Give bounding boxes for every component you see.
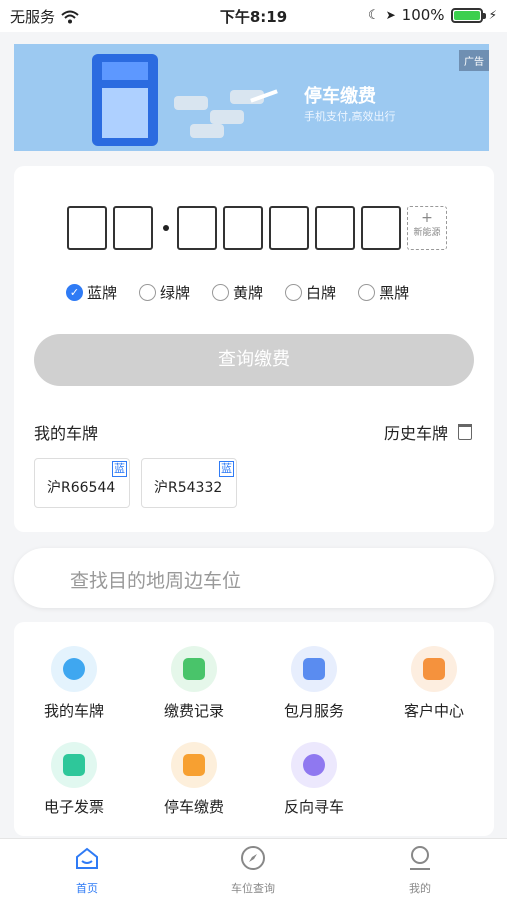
service-label: 电子发票	[43, 798, 104, 816]
plate-color-yellow[interactable]: 黄牌	[212, 282, 263, 303]
plate-color-label: 白牌	[306, 284, 337, 302]
tab-home[interactable]: 首页	[27, 845, 147, 896]
service-label: 客户中心	[403, 702, 464, 720]
service-monthly[interactable]: 包月服务	[254, 646, 374, 721]
history-plates-label: 历史车牌	[383, 424, 448, 443]
service-icon	[411, 646, 457, 692]
service-e-invoice[interactable]: 电子发票	[14, 742, 134, 817]
status-right: ☾ ➤ 100% ⚡	[368, 6, 497, 24]
home-icon	[76, 847, 98, 869]
plate-number: 沪R54332	[154, 480, 223, 496]
plate-char-box[interactable]	[113, 206, 153, 250]
plate-color-blue[interactable]: ✓ 蓝牌	[66, 282, 117, 303]
destination-search-input[interactable]: 查找目的地周边车位	[14, 548, 494, 608]
service-payment-records[interactable]: 缴费记录	[134, 646, 254, 721]
plate-char-box[interactable]	[223, 206, 263, 250]
plate-color-options: ✓ 蓝牌 绿牌 黄牌 白牌 黑牌	[66, 282, 409, 303]
bottom-tab-bar: 首页 车位查询 我的	[0, 838, 507, 900]
radio-icon	[212, 284, 230, 301]
ad-badge: 广告	[459, 50, 489, 71]
battery-icon	[450, 7, 486, 23]
service-label: 停车缴费	[163, 798, 224, 816]
tab-label: 车位查询	[231, 882, 275, 895]
radio-icon	[358, 284, 376, 301]
user-icon	[410, 846, 430, 870]
service-label: 反向寻车	[283, 798, 344, 816]
receipt-icon	[171, 646, 217, 692]
plate-char-box[interactable]	[269, 206, 309, 250]
steering-wheel-icon	[51, 646, 97, 692]
ad-banner[interactable]: 停车缴费 手机支付,高效出行 广告	[14, 44, 489, 151]
tab-profile[interactable]: 我的	[360, 845, 480, 896]
plate-color-label: 蓝牌	[87, 284, 118, 302]
tab-label: 首页	[76, 882, 98, 895]
plate-color-black[interactable]: 黑牌	[358, 282, 409, 303]
building-sign	[102, 62, 148, 80]
plate-color-label: 黄牌	[233, 284, 264, 302]
radio-icon	[285, 284, 303, 301]
car-illustration	[174, 96, 208, 110]
saved-plate-chip[interactable]: 沪R54332 蓝	[141, 458, 237, 508]
saved-plate-chip[interactable]: 沪R66544 蓝	[34, 458, 130, 508]
plate-char-box[interactable]	[67, 206, 107, 250]
status-bar: 无服务 下午8:19 ☾ ➤ 100% ⚡	[0, 0, 507, 32]
moon-icon: ☾	[367, 7, 380, 23]
service-label: 包月服务	[283, 702, 344, 720]
plus-icon: +	[421, 210, 433, 226]
plate-color-label: 黑牌	[379, 284, 410, 302]
new-energy-box[interactable]: + 新能源	[407, 206, 447, 250]
service-label: 我的车牌	[43, 702, 104, 720]
ticket-icon	[291, 646, 337, 692]
building-door	[102, 88, 148, 138]
chat-icon	[291, 742, 337, 788]
battery-percent: 100%	[401, 6, 445, 24]
plate-color-white[interactable]: 白牌	[285, 282, 336, 303]
car-illustration	[210, 110, 244, 124]
plate-color-tag: 蓝	[219, 461, 234, 477]
service-my-plates[interactable]: 我的车牌	[14, 646, 134, 721]
compass-icon	[241, 846, 265, 870]
service-customer-center[interactable]: 客户中心	[374, 646, 494, 721]
query-pay-button[interactable]: 查询缴费	[34, 334, 474, 386]
plate-color-green[interactable]: 绿牌	[139, 282, 190, 303]
service-find-car[interactable]: 反向寻车	[254, 742, 374, 817]
plate-input-row[interactable]: + 新能源	[67, 206, 447, 250]
charging-icon: ⚡	[488, 8, 497, 22]
parking-building-illustration	[92, 54, 158, 146]
service-label: 缴费记录	[163, 702, 224, 720]
car-illustration	[190, 124, 224, 138]
check-icon: ✓	[66, 284, 83, 301]
location-arrow-icon: ➤	[385, 8, 396, 22]
parking-icon	[171, 742, 217, 788]
plate-char-box[interactable]	[315, 206, 355, 250]
banner-subtitle: 手机支付,高效出行	[304, 110, 396, 123]
plate-query-card: + 新能源 ✓ 蓝牌 绿牌 黄牌 白牌 黑牌 查询缴费 我的车牌 历史车牌 沪R…	[14, 166, 494, 532]
radio-icon	[139, 284, 157, 301]
plate-char-box[interactable]	[177, 206, 217, 250]
plate-color-label: 绿牌	[160, 284, 191, 302]
trash-icon[interactable]	[458, 424, 472, 440]
plate-color-tag: 蓝	[112, 461, 127, 477]
new-energy-label: 新能源	[413, 228, 441, 238]
banner-title: 停车缴费	[304, 86, 376, 107]
service-parking-pay[interactable]: 停车缴费	[134, 742, 254, 817]
plate-separator-dot	[163, 225, 169, 231]
services-grid: 我的车牌 缴费记录 包月服务 客户中心 电子发票 停车缴费 反向寻车	[14, 622, 494, 836]
tab-label: 我的	[409, 882, 431, 895]
saved-plates-list: 沪R66544 蓝 沪R54332 蓝	[34, 458, 237, 508]
invoice-icon	[51, 742, 97, 788]
history-plates-button[interactable]: 历史车牌	[384, 420, 472, 444]
plate-number: 沪R66544	[47, 480, 116, 496]
plate-char-box[interactable]	[361, 206, 401, 250]
my-plates-label: 我的车牌	[34, 424, 99, 443]
tab-space-query[interactable]: 车位查询	[193, 845, 313, 896]
